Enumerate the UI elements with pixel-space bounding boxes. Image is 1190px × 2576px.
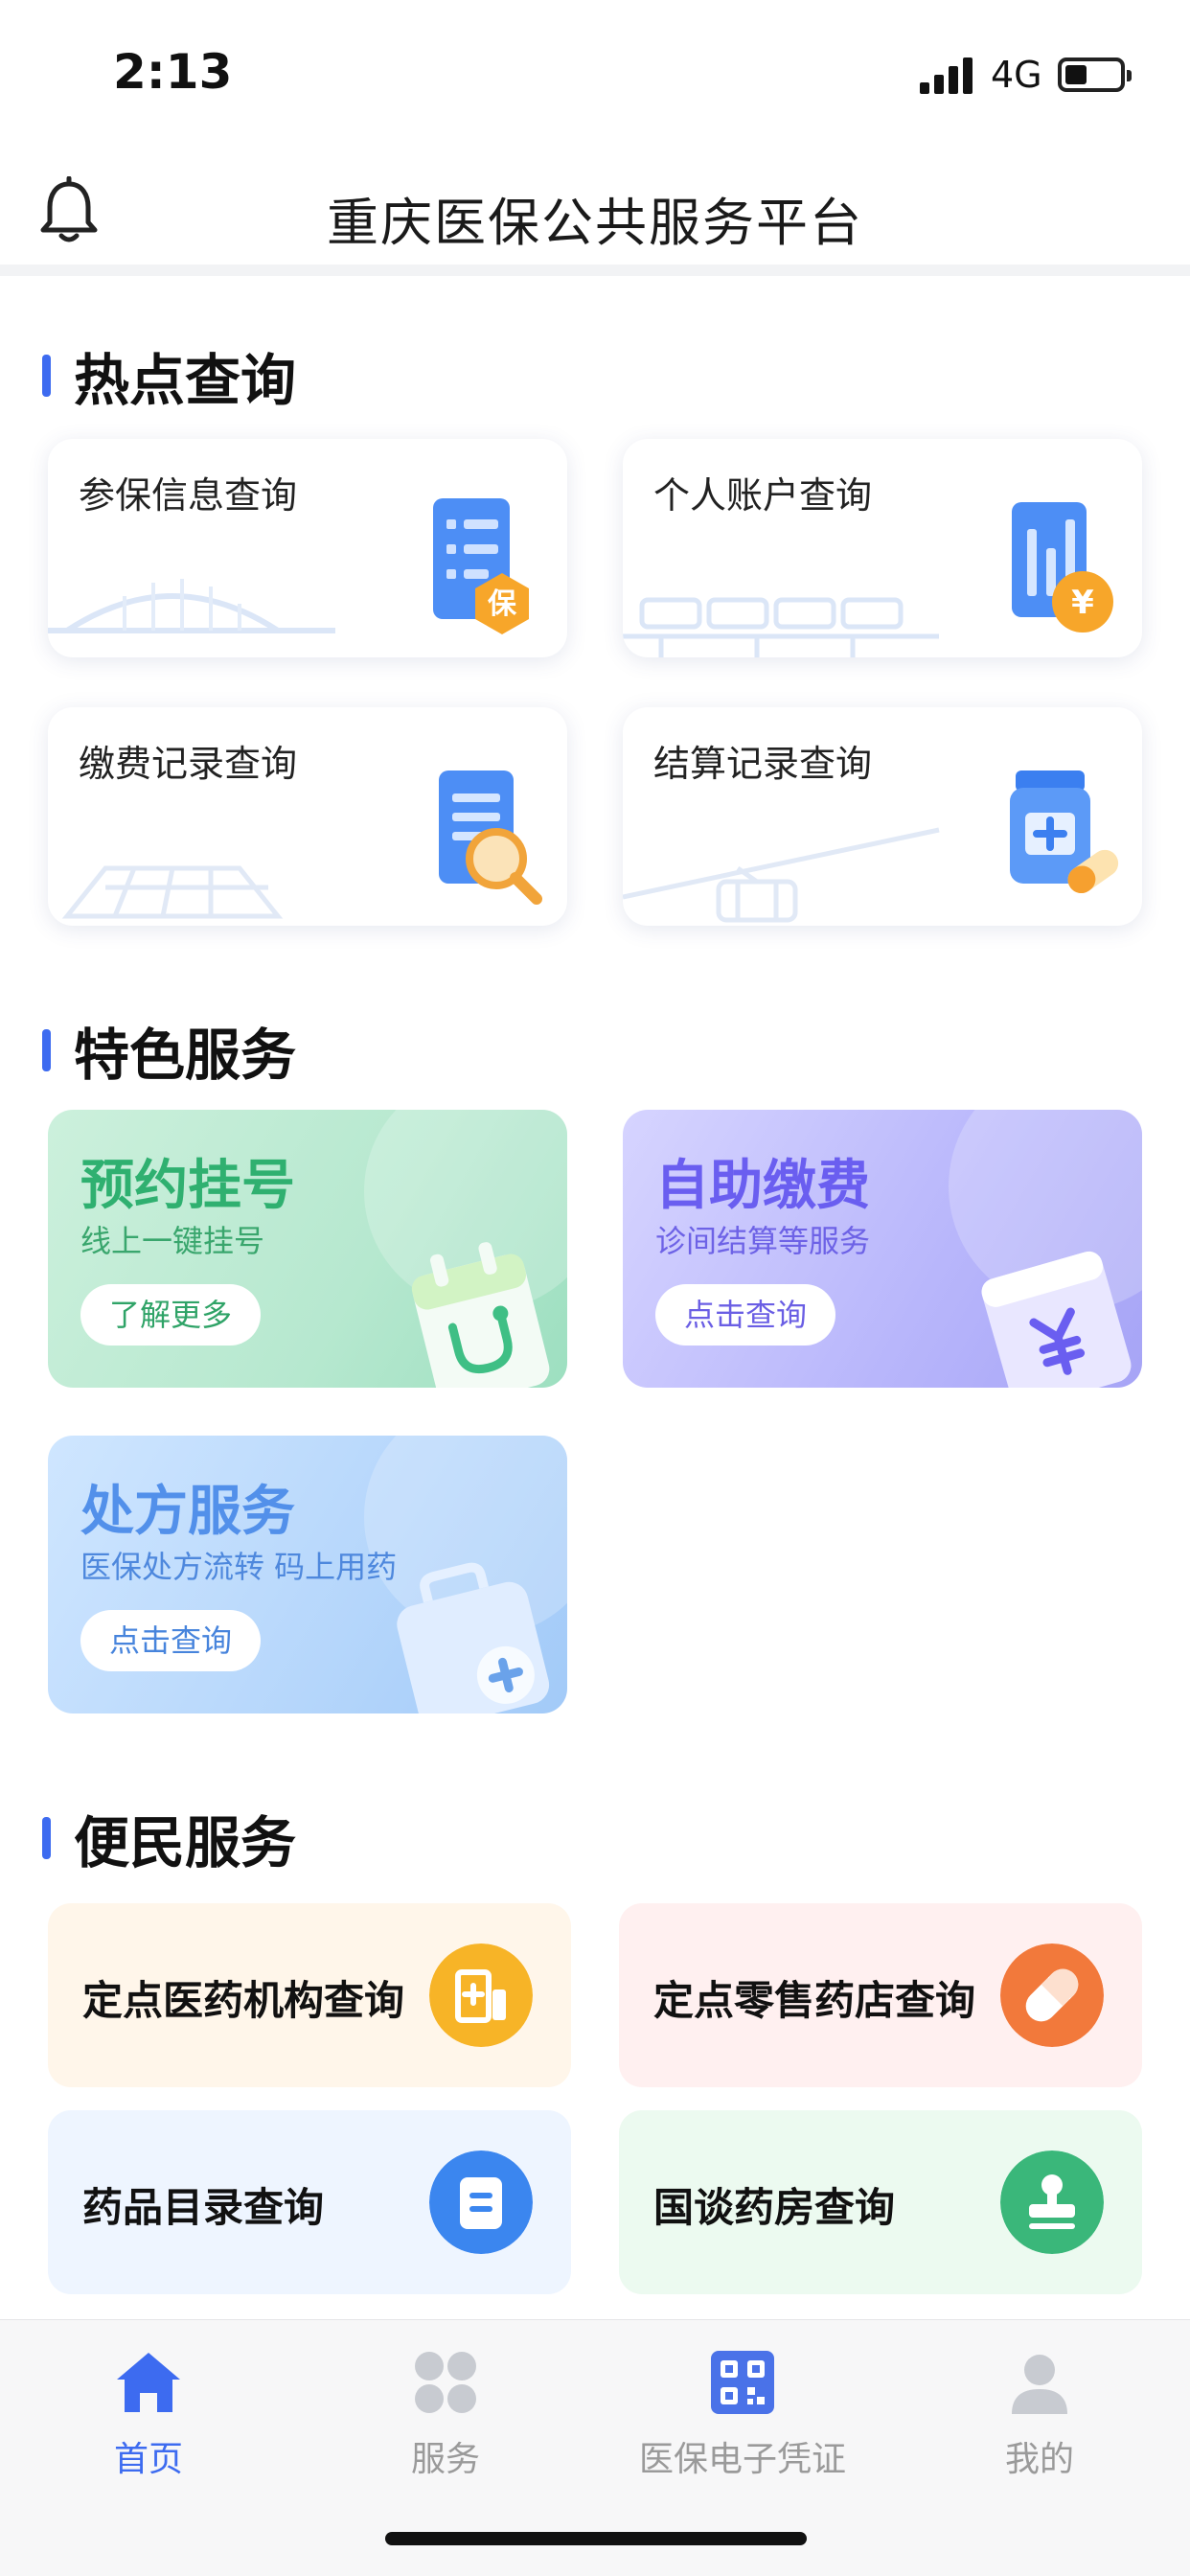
payment-search-icon bbox=[439, 770, 542, 905]
stethoscope-calendar-icon bbox=[411, 1242, 550, 1388]
section-title-featured: 特色服务 bbox=[42, 1010, 296, 1091]
svg-text:保: 保 bbox=[488, 587, 517, 621]
card-label: 个人账户查询 bbox=[653, 474, 873, 517]
app-header: 重庆医保公共服务平台 bbox=[0, 144, 1190, 276]
conv-drug-catalog[interactable]: 药品目录查询 bbox=[48, 2110, 571, 2294]
tab-services[interactable]: 服务 bbox=[297, 2347, 594, 2481]
tile-title: 处方服务 bbox=[80, 1481, 295, 1543]
tile-prescription[interactable]: 处方服务 医保处方流转 码上用药 点击查询 bbox=[48, 1436, 567, 1714]
card-insurance-info[interactable]: 参保信息查询 保 bbox=[48, 439, 567, 657]
pill-icon bbox=[1000, 1944, 1104, 2047]
tile-self-payment[interactable]: 自助缴费 诊间结算等服务 点击查询 bbox=[623, 1110, 1142, 1388]
card-settlement-records[interactable]: 结算记录查询 bbox=[623, 707, 1142, 926]
tile-title: 预约挂号 bbox=[80, 1155, 295, 1217]
conv-medical-institution[interactable]: 定点医药机构查询 bbox=[48, 1903, 571, 2087]
conv-retail-pharmacy[interactable]: 定点零售药店查询 bbox=[619, 1903, 1142, 2087]
battery-icon bbox=[1058, 58, 1132, 92]
cablecar-decoration bbox=[623, 827, 940, 923]
card-label: 缴费记录查询 bbox=[79, 743, 298, 785]
tile-subtitle: 医保处方流转 码上用药 bbox=[80, 1549, 398, 1585]
yuan-wallet-icon bbox=[981, 1251, 1132, 1388]
qr-code-icon bbox=[711, 2351, 774, 2414]
tab-e-voucher[interactable]: 医保电子凭证 bbox=[594, 2347, 891, 2481]
tab-home[interactable]: 首页 bbox=[0, 2347, 297, 2481]
insurance-info-icon: 保 bbox=[433, 498, 529, 634]
learn-more-button[interactable]: 了解更多 bbox=[80, 1284, 262, 1346]
card-label: 结算记录查询 bbox=[653, 743, 873, 785]
signal-icon bbox=[920, 58, 973, 94]
tab-profile[interactable]: 我的 bbox=[891, 2347, 1188, 2481]
page-title: 重庆医保公共服务平台 bbox=[327, 193, 863, 253]
conv-label: 药品目录查询 bbox=[82, 2184, 325, 2231]
catalog-icon bbox=[429, 2150, 533, 2254]
query-button[interactable]: 点击查询 bbox=[80, 1610, 262, 1671]
building-decoration bbox=[61, 865, 284, 919]
user-icon bbox=[1012, 2355, 1067, 2414]
card-payment-records[interactable]: 缴费记录查询 bbox=[48, 707, 567, 926]
tile-appointment[interactable]: 预约挂号 线上一键挂号 了解更多 bbox=[48, 1110, 567, 1388]
conv-label: 定点医药机构查询 bbox=[82, 1977, 405, 2024]
status-time: 2:13 bbox=[113, 44, 233, 100]
card-personal-account[interactable]: 个人账户查询 ¥ bbox=[623, 439, 1142, 657]
medicine-bottle-icon bbox=[1010, 770, 1119, 894]
network-type: 4G bbox=[991, 54, 1042, 96]
home-indicator bbox=[385, 2532, 807, 2545]
tile-title: 自助缴费 bbox=[655, 1155, 870, 1217]
medical-kit-icon bbox=[397, 1562, 550, 1714]
tile-subtitle: 诊间结算等服务 bbox=[655, 1223, 871, 1259]
bridge-decoration bbox=[48, 579, 335, 633]
section-title-hot-query: 热点查询 bbox=[42, 335, 296, 416]
train-decoration bbox=[623, 597, 939, 657]
tile-subtitle: 线上一键挂号 bbox=[80, 1223, 265, 1259]
stamp-icon bbox=[1000, 2150, 1104, 2254]
query-button[interactable]: 点击查询 bbox=[655, 1284, 836, 1346]
conv-national-pharmacy[interactable]: 国谈药房查询 bbox=[619, 2110, 1142, 2294]
conv-label: 定点零售药店查询 bbox=[653, 1977, 976, 2024]
hospital-icon bbox=[429, 1944, 533, 2047]
card-label: 参保信息查询 bbox=[79, 474, 298, 517]
status-bar: 2:13 4G bbox=[0, 0, 1190, 144]
account-yuan-icon: ¥ bbox=[1012, 502, 1113, 632]
grid-icon bbox=[415, 2352, 476, 2413]
conv-label: 国谈药房查询 bbox=[653, 2184, 896, 2231]
home-icon bbox=[117, 2353, 180, 2412]
svg-text:¥: ¥ bbox=[1071, 584, 1094, 622]
section-title-convenience: 便民服务 bbox=[42, 1798, 296, 1878]
